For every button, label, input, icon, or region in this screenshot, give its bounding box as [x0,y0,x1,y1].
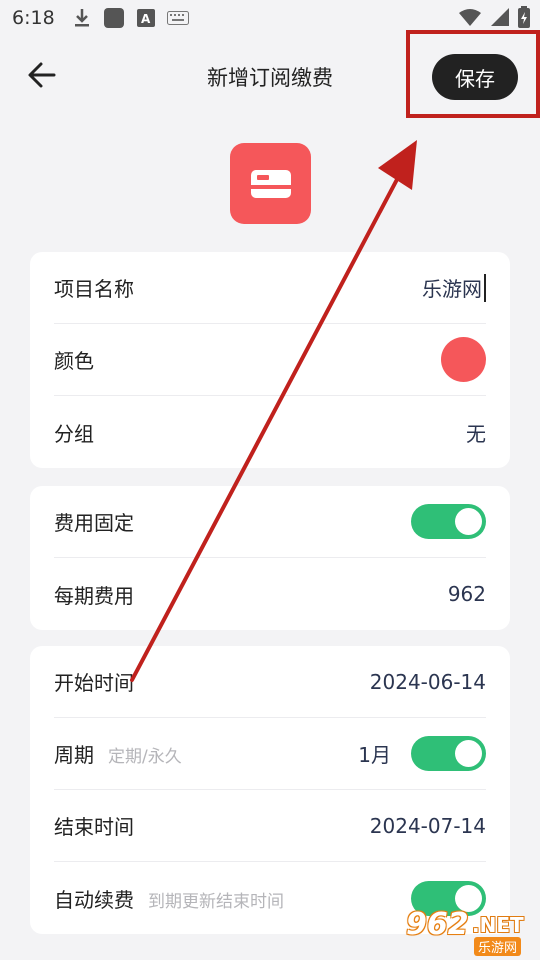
row-project-name[interactable]: 项目名称 乐游网 [54,252,486,324]
auto-renew-label: 自动续费 [54,887,134,912]
fixed-cost-label: 费用固定 [54,511,134,535]
font-icon: A [136,9,155,27]
watermark-site-name: 乐游网 [474,937,522,956]
card-cost: 费用固定 每期费用 962 [30,486,510,630]
row-group[interactable]: 分组 无 [54,396,486,468]
period-hint: 定期/永久 [108,747,182,767]
battery-icon [518,6,530,32]
status-bar: 6:18 A [0,0,540,36]
signal-icon [490,7,510,31]
site-watermark-logo: 962 .NET 乐游网 [400,905,536,957]
end-time-label: 结束时间 [54,815,134,839]
period-label: 周期 [54,743,94,767]
color-label: 颜色 [54,349,94,373]
credit-card-icon [250,169,291,198]
start-time-label: 开始时间 [54,671,134,695]
group-value[interactable]: 无 [466,418,486,447]
row-period[interactable]: 周期 定期/永久 1月 [54,718,486,790]
group-label: 分组 [54,421,94,446]
period-cost-value[interactable]: 962 [448,582,486,606]
download-icon [73,8,91,28]
period-value[interactable]: 1月 [358,739,391,768]
color-swatch[interactable] [441,337,486,382]
project-name-label: 项目名称 [54,277,134,301]
fixed-cost-toggle[interactable] [411,504,486,539]
app-icon [103,7,125,29]
row-fixed-cost[interactable]: 费用固定 [54,486,486,558]
period-cost-label: 每期费用 [54,583,134,608]
period-toggle[interactable] [411,736,486,771]
row-color[interactable]: 颜色 [54,324,486,396]
row-period-cost[interactable]: 每期费用 962 [54,558,486,630]
wifi-icon [458,7,482,31]
svg-text:A: A [141,12,151,26]
card-basic-info: 项目名称 乐游网 颜色 分组 无 [30,252,510,468]
status-time: 6:18 [12,7,55,29]
project-name-input[interactable]: 乐游网 [422,273,482,302]
row-end-time[interactable]: 结束时间 2024-07-14 [54,790,486,862]
text-cursor [484,273,486,302]
subscription-app-icon[interactable] [230,143,311,224]
save-button[interactable]: 保存 [432,54,518,100]
row-start-time[interactable]: 开始时间 2024-06-14 [54,646,486,718]
watermark-net: .NET [472,913,524,937]
auto-renew-hint: 到期更新结束时间 [148,891,284,912]
top-bar: 新增订阅缴费 保存 [0,40,540,112]
keyboard-icon [166,11,189,25]
card-schedule: 开始时间 2024-06-14 周期 定期/永久 1月 结束时间 2024-07… [30,646,510,934]
start-time-value[interactable]: 2024-06-14 [370,670,486,694]
end-time-value[interactable]: 2024-07-14 [370,814,486,838]
watermark-number: 962 [406,907,469,942]
